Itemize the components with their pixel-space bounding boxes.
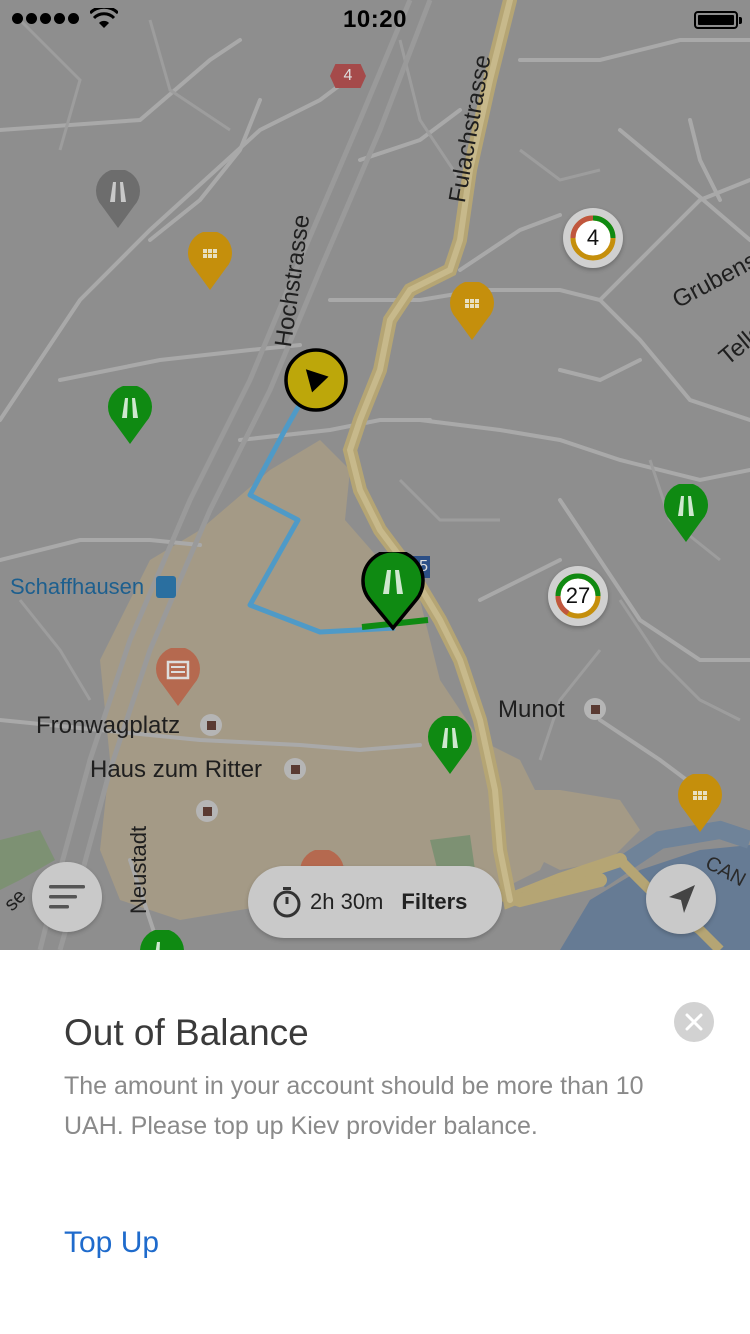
place-label-fronwagplatz: Fronwagplatz bbox=[36, 712, 181, 739]
castle-icon bbox=[584, 698, 606, 720]
landmark-icon bbox=[284, 758, 306, 780]
map-view[interactable]: 10:20 4 15 Fulachstrasse Hochstrasse Gru… bbox=[0, 0, 750, 950]
sheet-title: Out of Balance bbox=[64, 1012, 309, 1053]
parking-cluster[interactable]: 4 bbox=[563, 208, 623, 268]
status-bar: 10:20 bbox=[0, 0, 750, 40]
parking-lot-pin-orange[interactable] bbox=[186, 232, 234, 292]
parking-pin-green[interactable] bbox=[662, 484, 710, 544]
parking-pin-green[interactable] bbox=[106, 386, 154, 446]
parking-lot-pin-orange[interactable] bbox=[448, 282, 496, 342]
out-of-balance-sheet: Out of Balance The amount in your accoun… bbox=[0, 950, 750, 1334]
cluster-count: 27 bbox=[565, 583, 591, 608]
sheet-message: The amount in your account should be mor… bbox=[64, 1072, 644, 1140]
filters-pill[interactable]: 2h 30m Filters bbox=[248, 866, 502, 938]
parking-pin-inactive-icon[interactable] bbox=[94, 170, 142, 230]
navigation-arrow-icon bbox=[669, 885, 695, 913]
parking-pin-green[interactable] bbox=[426, 716, 474, 776]
parking-garage-icon[interactable] bbox=[154, 648, 202, 708]
menu-icon bbox=[49, 885, 85, 909]
place-label-haus-zum-ritter: Haus zum Ritter bbox=[90, 756, 263, 783]
train-station-icon bbox=[156, 576, 176, 598]
close-button[interactable] bbox=[674, 1002, 714, 1042]
landmark-icon bbox=[200, 714, 222, 736]
close-icon bbox=[685, 1013, 703, 1031]
top-up-button[interactable]: Top Up bbox=[64, 1226, 159, 1260]
parking-cluster[interactable]: 27 bbox=[548, 566, 608, 626]
place-label-munot: Munot bbox=[498, 696, 565, 723]
parking-lot-pin-orange[interactable] bbox=[676, 774, 724, 834]
battery-icon bbox=[694, 11, 742, 29]
filters-button[interactable]: Filters bbox=[401, 889, 467, 915]
current-location-marker bbox=[284, 348, 348, 412]
theater-icon bbox=[196, 800, 218, 822]
status-time: 10:20 bbox=[343, 6, 407, 33]
map-base bbox=[0, 0, 750, 950]
parking-pin-green[interactable] bbox=[138, 930, 186, 950]
selected-parking-pin[interactable] bbox=[360, 552, 426, 632]
locate-me-button[interactable] bbox=[646, 864, 716, 934]
place-label-schaffhausen: Schaffhausen bbox=[10, 574, 145, 599]
street-label-neustadt: Neustadt bbox=[126, 825, 151, 914]
road-shield-4: 4 bbox=[330, 64, 366, 88]
parking-duration: 2h 30m bbox=[310, 889, 384, 914]
stopwatch-icon bbox=[273, 887, 301, 918]
cluster-count: 4 bbox=[586, 225, 600, 250]
menu-button[interactable] bbox=[32, 862, 102, 932]
